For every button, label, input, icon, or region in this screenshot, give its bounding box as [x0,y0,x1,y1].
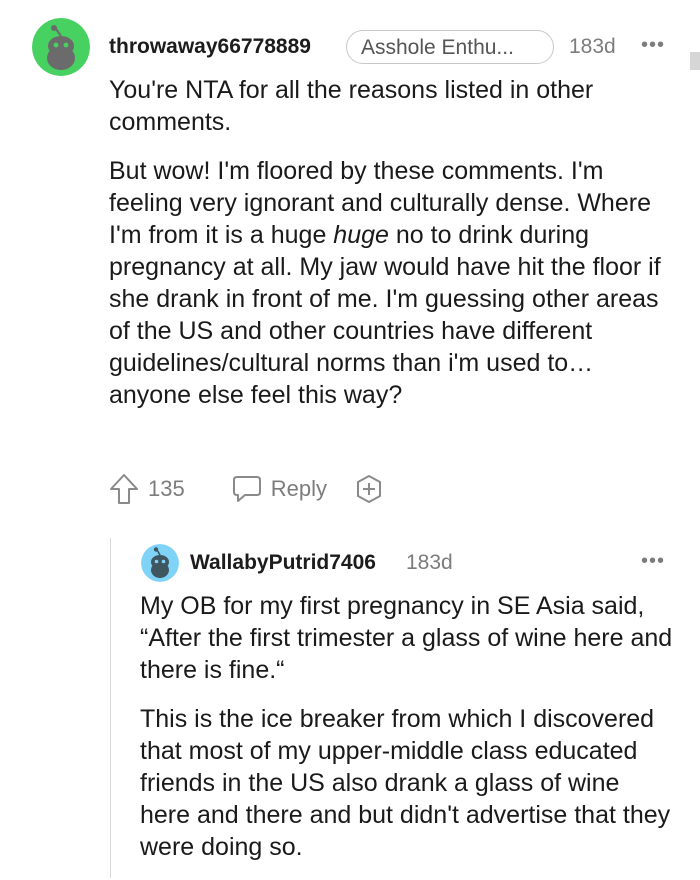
comment-paragraph: My OB for my first pregnancy in SE Asia … [140,592,673,684]
scrollbar[interactable] [690,52,700,70]
comment-age: 183d [569,35,616,58]
more-options-icon[interactable]: ••• [641,551,665,571]
comment-body: My OB for my first pregnancy in SE Asia … [140,590,675,880]
username[interactable]: WallabyPutrid7406 [190,551,376,575]
reply-button[interactable]: Reply [231,474,327,504]
snoo-avatar-icon [141,544,179,582]
snoo-avatar-icon [32,18,90,76]
avatar[interactable] [32,18,90,76]
vote-count: 135 [148,476,185,501]
comment-paragraph: You're NTA for all the reasons listed in… [109,76,594,136]
username[interactable]: throwaway66778889 [109,35,311,59]
comment-paragraph: But wow! I'm floored by these comments. … [109,157,661,409]
more-options-icon[interactable]: ••• [641,35,665,55]
comment-actions: 135 Reply [108,472,385,506]
thread-line[interactable] [110,538,111,878]
comment-paragraph: This is the ice breaker from which I dis… [140,705,671,861]
comment-body: You're NTA for all the reasons listed in… [109,74,669,428]
upvote-button[interactable]: 135 [108,472,185,506]
avatar[interactable] [141,544,179,582]
emphasis: huge [333,221,389,249]
comment-age: 183d [406,551,453,574]
upvote-icon [110,474,138,504]
award-button[interactable] [353,473,385,505]
user-flair: Asshole Enthu... [346,30,554,64]
reply-icon [232,476,261,502]
reply-label: Reply [270,476,327,501]
award-icon [356,475,381,503]
